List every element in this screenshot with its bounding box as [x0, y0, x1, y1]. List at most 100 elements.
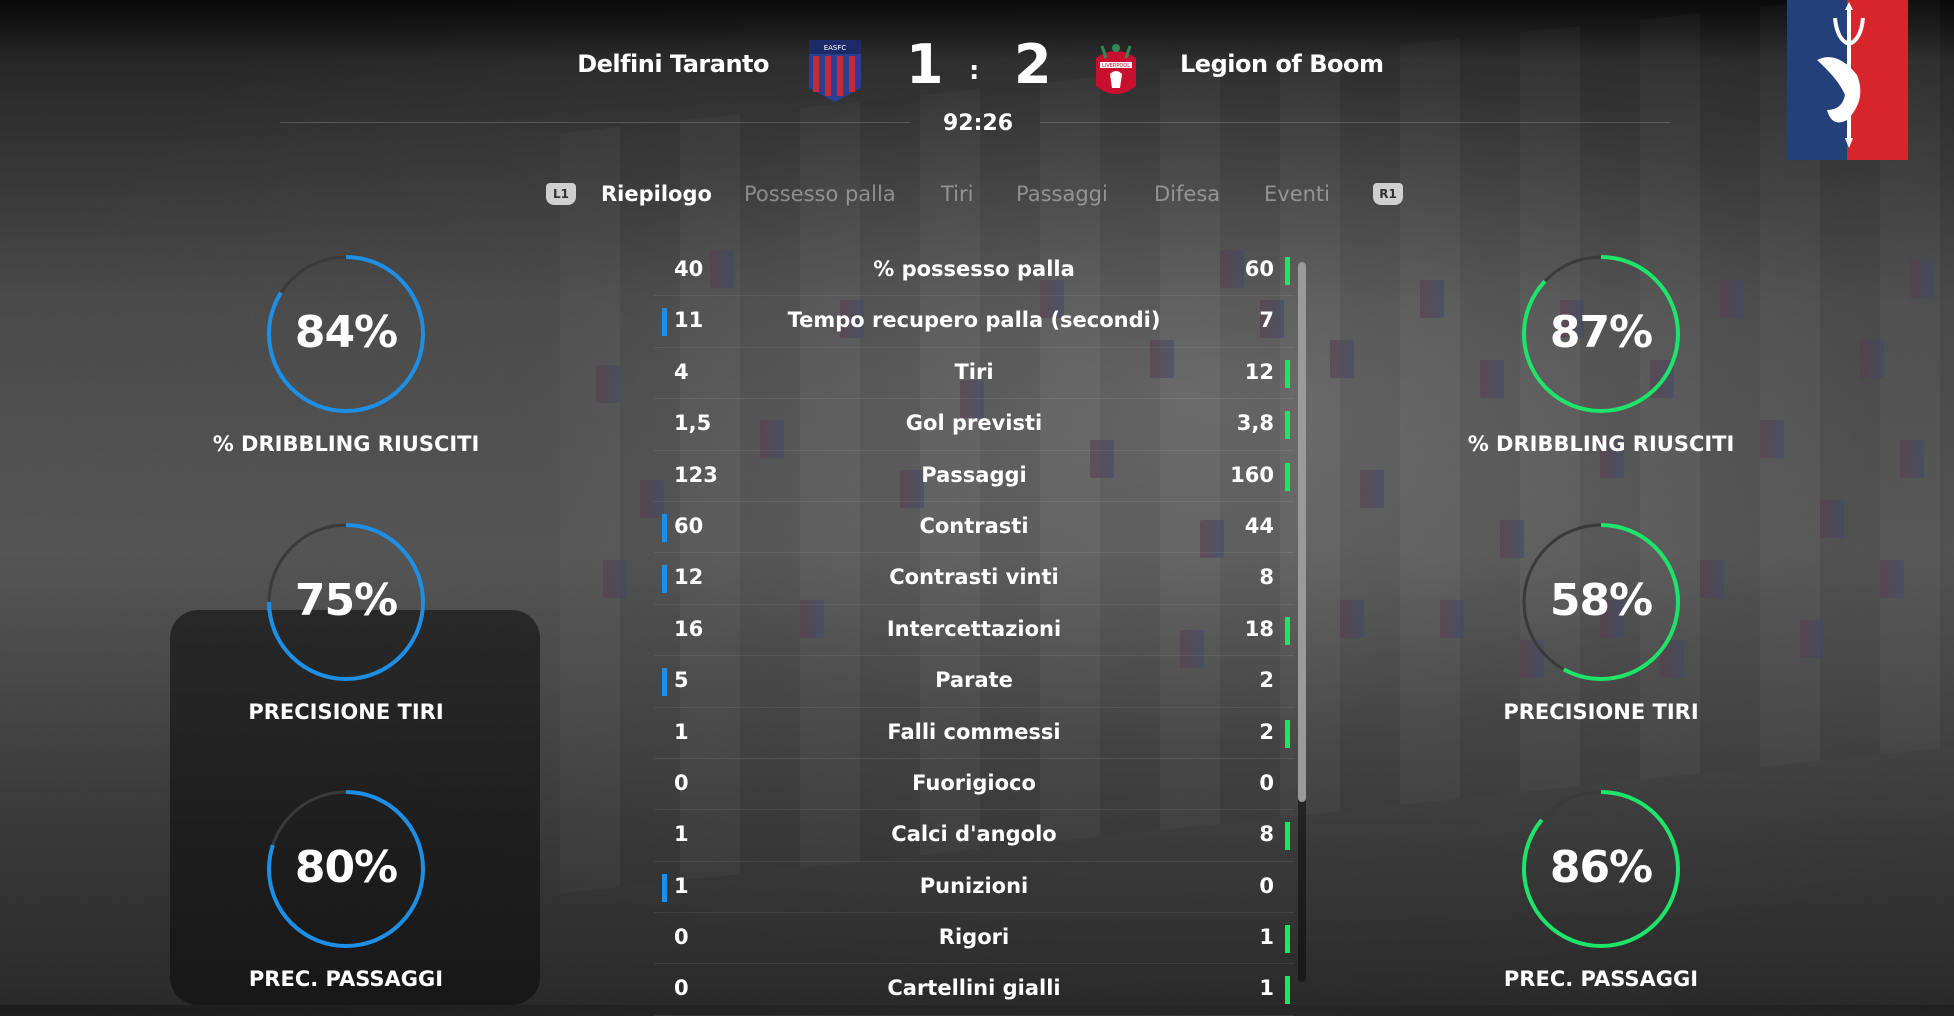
- ring-label: % DRIBBLING RIUSCITI: [212, 432, 480, 456]
- stat-label: Contrasti: [919, 513, 1029, 538]
- tab-eventi[interactable]: Eventi: [1264, 182, 1330, 206]
- ring-label: PREC. PASSAGGI: [1503, 967, 1699, 991]
- stat-row: 0 Fuorigioco 0: [654, 759, 1294, 811]
- away-stat-value: 0: [1259, 873, 1274, 898]
- away-crest-text: LIVERPOOL: [1102, 63, 1130, 69]
- stat-row: 40% possesso palla 60: [654, 245, 1294, 297]
- tab-tiri[interactable]: Tiri: [941, 182, 973, 206]
- stat-label: % possesso palla: [873, 257, 1075, 281]
- match-clock: 92:26: [943, 111, 1014, 136]
- stat-row: 11 Tempo recupero palla (secondi) 7: [654, 296, 1294, 348]
- stat-row: 4 Tiri 12: [654, 348, 1294, 400]
- background-flag: [1880, 560, 1904, 598]
- background-flag: [1900, 440, 1924, 478]
- stats-scrollbar[interactable]: [1298, 262, 1306, 982]
- away-stat-value: 1: [1259, 976, 1274, 1001]
- stat-row: 16 Intercettazioni 18: [654, 605, 1294, 657]
- background-flag: [1420, 280, 1444, 318]
- away-stat-value: 60: [1244, 257, 1274, 281]
- header-divider-right: [1040, 122, 1670, 123]
- stat-label: Punizioni: [919, 873, 1029, 898]
- background-flag: [1820, 500, 1844, 538]
- home-ring-2: 75%: [261, 517, 431, 687]
- score-separator: :: [969, 56, 980, 86]
- stat-label: Intercettazioni: [886, 616, 1062, 641]
- club-badge-trident-icon: [1787, 0, 1908, 160]
- stats-table: 40% possesso palla 60 11 Tempo recupero pal…: [654, 245, 1294, 1016]
- stat-row: 1 Falli commessi 2: [654, 708, 1294, 759]
- away-stat-value: 2: [1259, 668, 1274, 693]
- background-flag: [1910, 260, 1934, 298]
- home-score: 1: [906, 33, 944, 96]
- r1-button-hint[interactable]: R1: [1373, 183, 1403, 205]
- away-stat-value: 160: [1230, 462, 1274, 487]
- stat-label: Tiri: [954, 359, 994, 384]
- away-stat-value: 2: [1259, 719, 1274, 744]
- ring-label: PRECISIONE TIRI: [1503, 700, 1699, 724]
- stat-label: Falli commessi: [887, 719, 1061, 744]
- stat-row: 12 Contrasti vinti 8: [654, 553, 1294, 605]
- stat-label: Parate: [935, 668, 1013, 693]
- away-team-crest: LIVERPOOL: [1096, 44, 1136, 94]
- stat-row: 0 Cartellini gialli 1: [654, 964, 1294, 1016]
- header-divider-left: [280, 122, 910, 123]
- ring-value: 58%: [1549, 575, 1653, 626]
- away-stat-value: 12: [1244, 359, 1274, 384]
- away-stat-value: 1: [1259, 925, 1274, 950]
- ring-value: 80%: [294, 842, 398, 893]
- away-ring-2: 58%: [1516, 517, 1686, 687]
- stat-label: Fuorigioco: [912, 770, 1036, 795]
- stat-label: Rigori: [938, 925, 1010, 950]
- ring-value: 84%: [294, 307, 398, 358]
- stat-label: Cartellini gialli: [887, 976, 1061, 1001]
- away-stat-value: 7: [1259, 308, 1274, 333]
- away-stat-value: 18: [1244, 616, 1274, 641]
- home-ring-1: 84%: [261, 249, 431, 419]
- stat-row: 5 Parate 2: [654, 656, 1294, 708]
- ring-value: 87%: [1549, 307, 1653, 358]
- away-stat-value: 0: [1259, 770, 1274, 795]
- home-team-name: Delfini Taranto: [577, 50, 769, 78]
- away-stat-value: 8: [1259, 565, 1274, 590]
- home-ring-3: 80%: [261, 784, 431, 954]
- background-flag: [1440, 600, 1464, 638]
- background-flag: [1340, 600, 1364, 638]
- tab-riepilogo[interactable]: Riepilogo: [601, 182, 712, 206]
- home-team-crest: EASFC: [809, 40, 861, 102]
- stat-row: 1 Calci d'angolo 8: [654, 810, 1294, 862]
- background-flag: [1480, 360, 1504, 398]
- l1-button-hint[interactable]: L1: [546, 183, 576, 205]
- away-stat-value: 3,8: [1236, 411, 1274, 436]
- ring-label: % DRIBBLING RIUSCITI: [1467, 432, 1735, 456]
- background-flag: [1360, 470, 1384, 508]
- tab-passaggi[interactable]: Passaggi: [1016, 182, 1108, 206]
- ring-label: PREC. PASSAGGI: [248, 967, 444, 991]
- background-flag: [1330, 340, 1354, 378]
- stat-row: 1 Punizioni 0: [654, 862, 1294, 914]
- stat-label: Contrasti vinti: [889, 565, 1059, 590]
- tab-difesa[interactable]: Difesa: [1154, 182, 1220, 206]
- stat-row: 1,5 Gol previsti 3,8: [654, 399, 1294, 451]
- background-flag: [596, 365, 620, 403]
- scrollbar-thumb[interactable]: [1298, 262, 1306, 802]
- stat-label: Calci d'angolo: [891, 822, 1057, 847]
- ring-value: 86%: [1549, 842, 1653, 893]
- background-flag: [1700, 560, 1724, 598]
- away-stat-value: 8: [1259, 822, 1274, 847]
- away-ring-3: 86%: [1516, 784, 1686, 954]
- away-score: 2: [1014, 33, 1052, 96]
- background-flag: [603, 560, 627, 598]
- away-ring-1: 87%: [1516, 249, 1686, 419]
- stat-label: Gol previsti: [905, 411, 1043, 436]
- stat-row: 60 Contrasti 44: [654, 502, 1294, 554]
- stat-label: Passaggi: [921, 462, 1027, 487]
- ring-label: PRECISIONE TIRI: [248, 700, 444, 724]
- background-flag: [1800, 620, 1824, 658]
- tab-possesso-palla[interactable]: Possesso palla: [744, 182, 896, 206]
- home-crest-text: EASFC: [824, 44, 847, 52]
- background-flag: [1860, 340, 1884, 378]
- away-stat-value: 44: [1244, 513, 1274, 538]
- stat-row: 123 Passaggi 160: [654, 451, 1294, 502]
- ring-value: 75%: [294, 575, 398, 626]
- away-team-name: Legion of Boom: [1180, 50, 1384, 78]
